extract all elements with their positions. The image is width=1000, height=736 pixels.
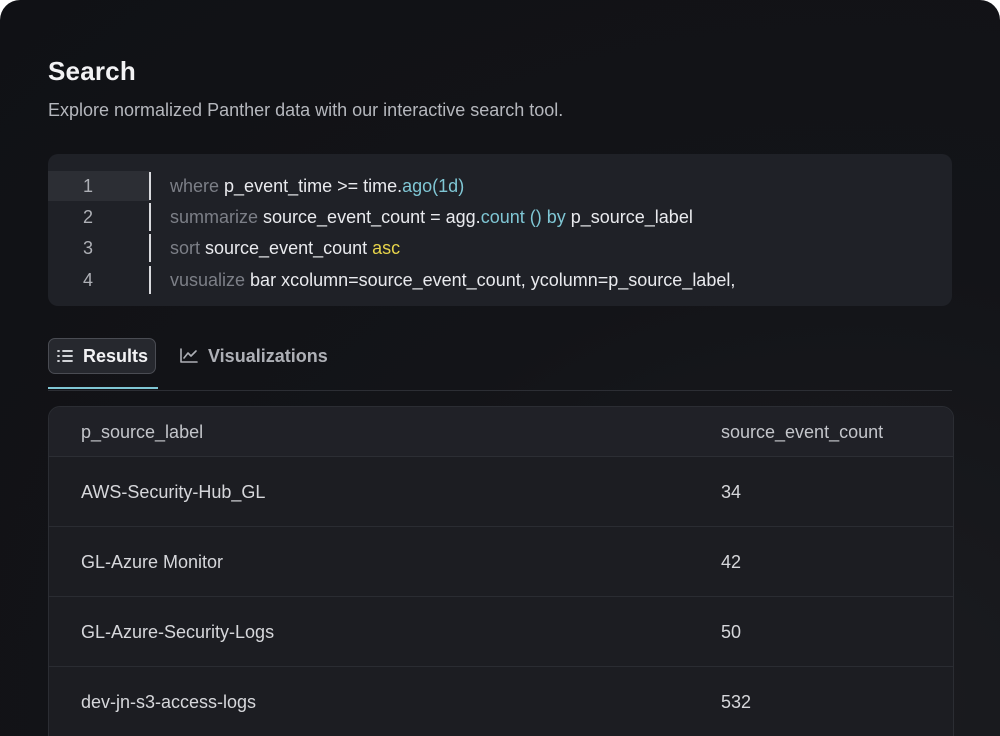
column-header-event-count[interactable]: source_event_count [721, 407, 883, 457]
page-subtitle: Explore normalized Panther data with our… [48, 100, 564, 120]
cell-event-count: 34 [721, 482, 742, 502]
gutter-divider [149, 203, 151, 231]
code-line[interactable]: 2 summarize source_event_count = agg.cou… [48, 202, 952, 232]
table-row[interactable]: GL-Azure-Security-Logs 50 [49, 597, 953, 667]
cell-event-count: 50 [721, 622, 742, 642]
gutter-divider [149, 234, 151, 262]
code-text[interactable]: vusualize bar xcolumn=source_event_count… [170, 265, 735, 295]
cell-event-count: 42 [721, 552, 742, 572]
tab-results-label: Results [83, 345, 149, 366]
tab-visualizations-label: Visualizations [208, 345, 328, 366]
code-token: where [170, 176, 225, 196]
cell-source-label: GL-Azure-Security-Logs [81, 622, 275, 642]
line-number: 3 [82, 238, 93, 258]
code-text[interactable]: summarize source_event_count = agg.count… [170, 202, 693, 232]
line-number: 4 [82, 270, 93, 290]
code-token: sort [170, 238, 206, 258]
line-number: 1 [48, 171, 150, 201]
code-token: bar xcolumn=source_event_count, ycolumn=… [250, 270, 736, 290]
tab-visualizations[interactable]: Visualizations [178, 338, 328, 374]
code-token: vusualize [170, 270, 251, 290]
line-number: 2 [82, 207, 93, 227]
page-title: Search [48, 56, 136, 86]
code-token: source_event_count = agg. [263, 207, 481, 227]
list-icon [57, 350, 73, 362]
result-tabs: Results Visualizations [48, 338, 952, 391]
code-token: ago(1d) [402, 176, 465, 196]
line-chart-icon [180, 348, 198, 363]
code-token: p_source_label [565, 207, 693, 227]
cell-event-count: 532 [721, 692, 752, 712]
code-token: summarize [170, 207, 264, 227]
code-line[interactable]: 1 where p_event_time >= time.ago(1d) [48, 171, 952, 201]
cell-source-label: dev-jn-s3-access-logs [81, 692, 257, 712]
code-token: count () by [480, 207, 566, 227]
gutter-divider [149, 172, 151, 200]
code-token: p_event_time >= time. [224, 176, 403, 196]
code-line[interactable]: 4 vusualize bar xcolumn=source_event_cou… [48, 265, 952, 295]
results-table: p_source_label source_event_count AWS-Se… [48, 406, 954, 736]
column-header-source-label[interactable]: p_source_label [81, 407, 203, 457]
code-text[interactable]: where p_event_time >= time.ago(1d) [170, 171, 464, 201]
query-editor[interactable]: 1 where p_event_time >= time.ago(1d) 2 s… [48, 154, 952, 306]
code-line[interactable]: 3 sort source_event_count asc [48, 233, 952, 263]
search-panel: Search Explore normalized Panther data w… [0, 0, 1000, 736]
table-row[interactable]: dev-jn-s3-access-logs 532 [49, 667, 953, 736]
code-text[interactable]: sort source_event_count asc [170, 233, 400, 263]
active-tab-indicator [48, 387, 158, 389]
table-header: p_source_label source_event_count [49, 407, 953, 457]
cell-source-label: GL-Azure Monitor [81, 552, 224, 572]
table-row[interactable]: GL-Azure Monitor 42 [49, 527, 953, 597]
code-token: asc [372, 238, 401, 258]
cell-source-label: AWS-Security-Hub_GL [81, 482, 266, 502]
tab-results[interactable]: Results [48, 338, 156, 374]
table-row[interactable]: AWS-Security-Hub_GL 34 [49, 457, 953, 527]
gutter-divider [149, 266, 151, 294]
code-token: source_event_count [205, 238, 373, 258]
